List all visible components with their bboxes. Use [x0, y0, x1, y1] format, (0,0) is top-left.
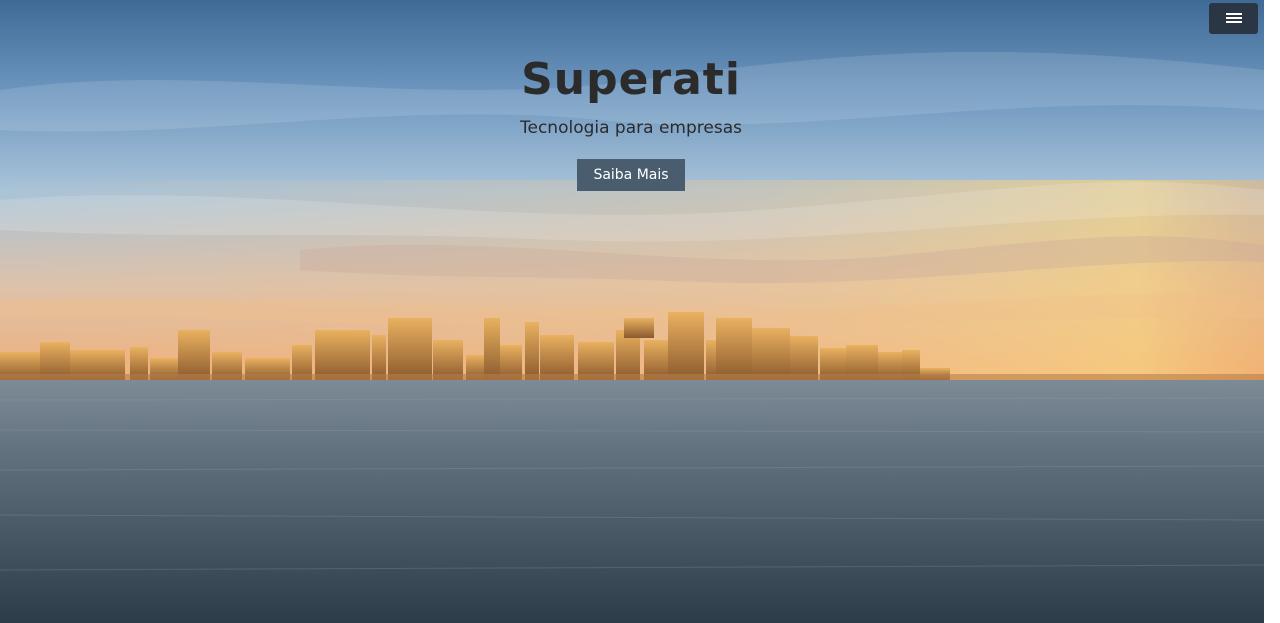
scrollbar-gutter	[1264, 0, 1280, 623]
menu-toggle-button[interactable]	[1209, 3, 1258, 34]
hero-content: Superati Tecnologia para empresas Saiba …	[0, 52, 1262, 191]
hero-title: Superati	[521, 54, 741, 105]
hero-subtitle: Tecnologia para empresas	[520, 118, 742, 138]
saiba-mais-button[interactable]: Saiba Mais	[577, 159, 685, 191]
page: Superati Tecnologia para empresas Saiba …	[0, 0, 1280, 623]
